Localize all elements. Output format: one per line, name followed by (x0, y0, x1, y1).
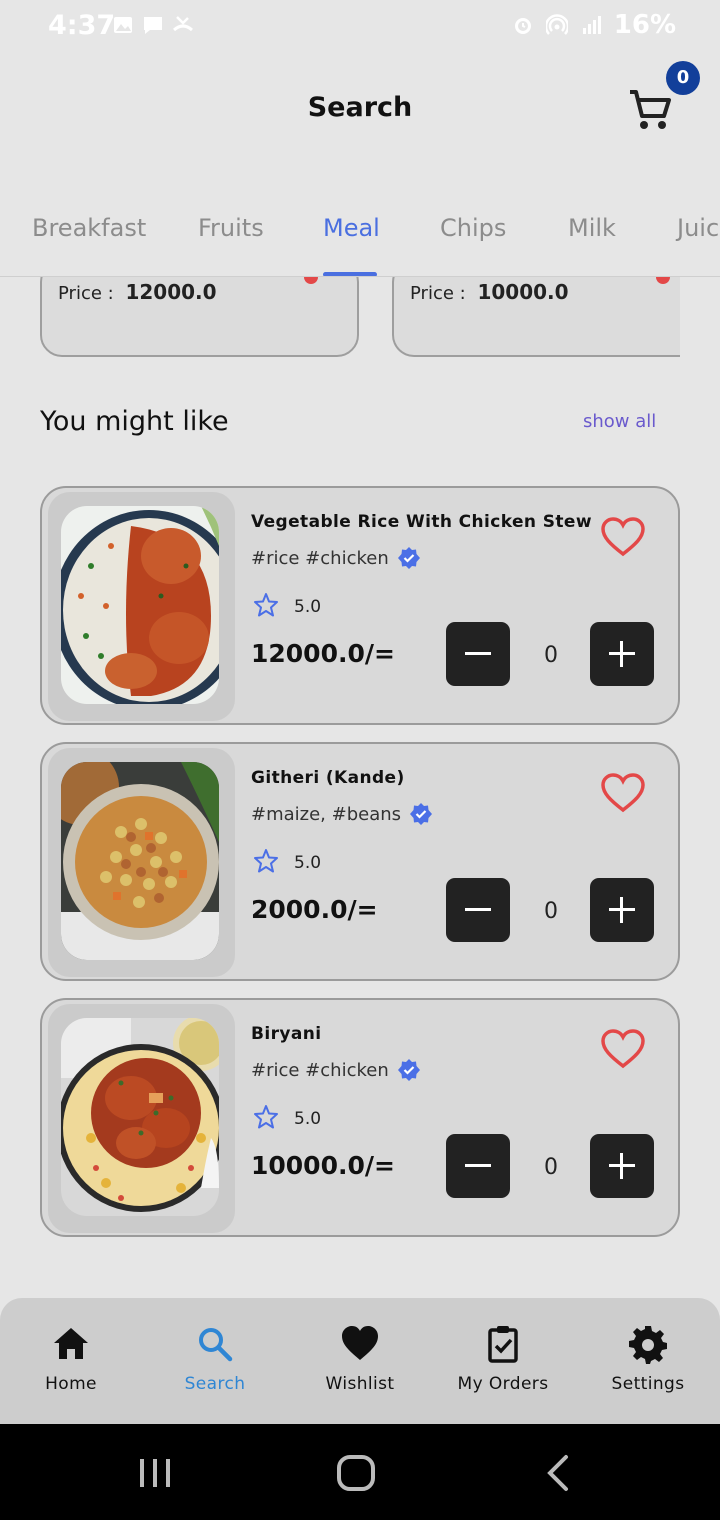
increase-quantity-button[interactable] (590, 1134, 654, 1198)
back-icon[interactable] (544, 1454, 572, 1492)
tab-fruits[interactable]: Fruits (198, 214, 264, 242)
product-name: Vegetable Rice With Chicken Stew (251, 512, 592, 532)
nav-label: My Orders (457, 1374, 549, 1394)
quantity-value: 0 (544, 1155, 558, 1180)
nav-search[interactable]: Search (150, 1318, 280, 1394)
product-tags: #rice #chicken (251, 547, 389, 569)
recent-apps-icon[interactable] (136, 1457, 174, 1489)
nav-settings[interactable]: Settings (583, 1318, 713, 1394)
increase-quantity-button[interactable] (590, 622, 654, 686)
heart-icon[interactable] (656, 276, 670, 284)
status-time: 4:37 (48, 10, 116, 41)
nav-label: Search (184, 1374, 246, 1394)
decrease-quantity-button[interactable] (446, 878, 510, 942)
product-card[interactable]: Githeri (Kande) #maize, #beans 5.0 2000.… (40, 742, 680, 981)
product-name: Biryani (251, 1024, 322, 1044)
system-navigation-bar (0, 1424, 720, 1520)
star-icon (254, 1105, 278, 1129)
decrease-quantity-button[interactable] (446, 1134, 510, 1198)
missed-call-icon (173, 16, 193, 32)
tab-active-indicator (323, 272, 377, 276)
verified-badge-icon (397, 1059, 420, 1081)
product-price: 10000.0/= (251, 1151, 395, 1180)
nav-wishlist[interactable]: Wishlist (295, 1318, 425, 1394)
tab-milk[interactable]: Milk (568, 214, 616, 242)
product-rating: 5.0 (294, 597, 322, 617)
tab-chips[interactable]: Chips (440, 214, 506, 242)
verified-badge-icon (410, 803, 433, 825)
status-bar: 4:37 16% (0, 0, 720, 56)
price-value: 12000.0 (125, 280, 217, 304)
battery-level: 16% (613, 10, 676, 40)
page-title: Search (307, 92, 413, 123)
heart-icon[interactable] (600, 772, 646, 814)
minus-icon (465, 908, 491, 911)
message-icon (144, 17, 162, 34)
price-value: 10000.0 (477, 280, 569, 304)
quantity-value: 0 (544, 643, 558, 668)
home-button-icon[interactable] (336, 1454, 376, 1492)
price-label: Price (410, 283, 454, 304)
nav-label: Home (45, 1374, 97, 1394)
product-rating: 5.0 (294, 853, 322, 873)
nav-my-orders[interactable]: My Orders (438, 1318, 568, 1394)
search-icon (199, 1328, 233, 1362)
product-tags: #rice #chicken (251, 1059, 389, 1081)
section-title: You might like (40, 406, 229, 437)
heart-icon[interactable] (600, 1028, 646, 1070)
heart-icon (342, 1326, 378, 1360)
product-price: 2000.0/= (251, 895, 378, 924)
tab-juice[interactable]: Juic (677, 214, 719, 242)
nav-label: Wishlist (325, 1374, 395, 1394)
signal-icon (582, 16, 601, 34)
tab-meal[interactable]: Meal (323, 214, 380, 242)
product-name: Githeri (Kande) (251, 768, 405, 788)
show-all-link[interactable]: show all (583, 411, 656, 432)
hotspot-icon (545, 14, 568, 35)
price-label: Price (58, 283, 102, 304)
product-rating: 5.0 (294, 1109, 322, 1129)
cart-icon[interactable] (626, 86, 674, 134)
gear-icon (629, 1326, 667, 1364)
minus-icon (465, 1164, 491, 1167)
alarm-icon (514, 18, 531, 34)
product-card[interactable]: Biryani #rice #chicken 5.0 10000.0/= 0 (40, 998, 680, 1237)
gallery-icon (114, 17, 132, 33)
nav-home[interactable]: Home (6, 1318, 136, 1394)
price-separator: : (107, 283, 114, 304)
star-icon (254, 593, 278, 617)
bottom-navigation: Home Search Wishlist My Orders Settings (0, 1298, 720, 1424)
quantity-value: 0 (544, 899, 558, 924)
star-icon (254, 849, 278, 873)
clipboard-check-icon (488, 1326, 518, 1363)
category-tabs: Breakfast Fruits Meal Chips Milk Juic (0, 200, 720, 277)
product-card[interactable]: Vegetable Rice With Chicken Stew #rice #… (40, 486, 680, 725)
heart-icon[interactable] (304, 276, 318, 284)
price-separator: : (459, 283, 466, 304)
increase-quantity-button[interactable] (590, 878, 654, 942)
heart-icon[interactable] (600, 516, 646, 558)
product-tags: #maize, #beans (251, 803, 402, 825)
tab-breakfast[interactable]: Breakfast (32, 214, 146, 242)
decrease-quantity-button[interactable] (446, 622, 510, 686)
minus-icon (465, 652, 491, 655)
food-image (61, 1018, 219, 1216)
cart-count-badge: 0 (666, 61, 700, 95)
nav-label: Settings (611, 1374, 685, 1394)
verified-badge-icon (397, 547, 420, 569)
food-image (61, 762, 219, 960)
food-image (61, 506, 219, 704)
home-icon (54, 1328, 88, 1359)
product-price: 12000.0/= (251, 639, 395, 668)
